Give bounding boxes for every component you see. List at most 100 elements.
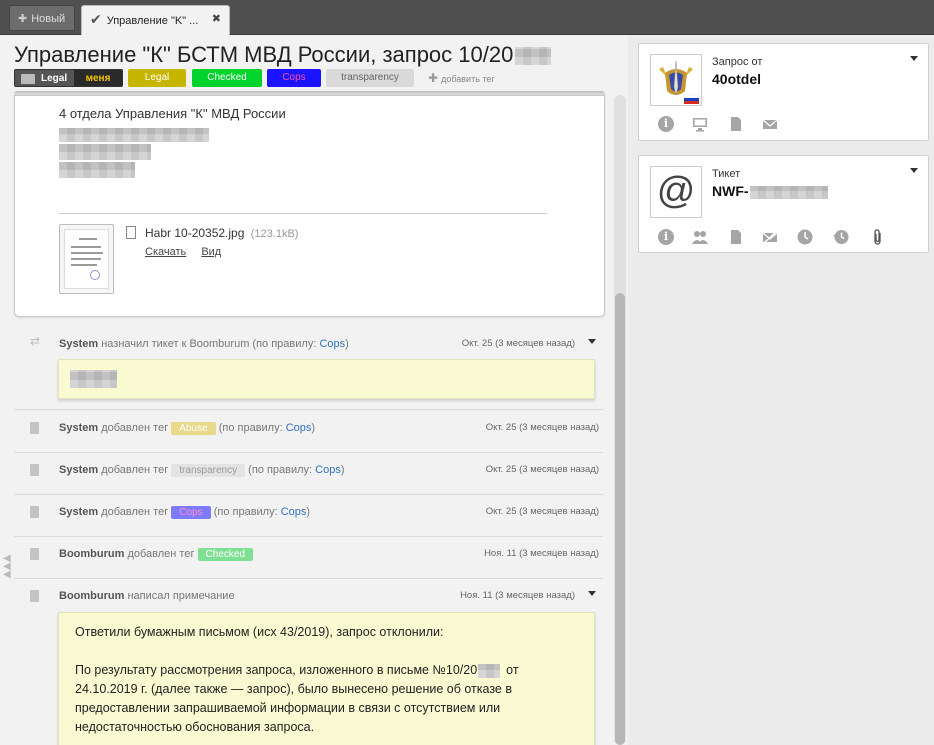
file-icon: [126, 226, 136, 239]
note-line: недостаточностью обоснования запроса.: [75, 720, 315, 734]
feed-row-tag-transparency: System добавлен тег transparency (по пра…: [14, 453, 603, 495]
ticket-panel: Управление "К" БСТМ МВД России, запрос 1…: [0, 35, 628, 745]
tag-legal-label: Legal: [41, 73, 68, 84]
tag-checked[interactable]: Checked: [197, 548, 253, 561]
feed-date: Окт. 25 (3 месяцев назад): [485, 464, 599, 475]
at-sign-icon: @: [656, 170, 696, 212]
tab-ticket[interactable]: ✔ Управление "K" ... ✖: [81, 5, 230, 35]
feed-action: добавлен тег: [101, 506, 169, 518]
message-text: 4 отдела Управления "К" МВД России: [59, 106, 286, 121]
feed-rule-prefix: (по правилу:: [248, 464, 313, 476]
tag-checked[interactable]: Checked: [192, 69, 262, 87]
tab-new[interactable]: ✚ Новый: [9, 5, 75, 31]
avatar: [650, 54, 702, 106]
feed-action: добавлен тег: [101, 464, 169, 476]
ticket-info-panel: @ Тикет NWF- i: [638, 155, 929, 253]
plus-icon: ✚: [18, 13, 28, 25]
info-icon[interactable]: i: [658, 116, 674, 132]
rule-link[interactable]: Cops: [286, 422, 312, 434]
feed-action: добавлен тег: [127, 548, 195, 560]
rule-link[interactable]: Cops: [315, 464, 341, 476]
note-line: предоставлении запрашиваемой информации …: [75, 701, 501, 715]
attachment-filename: Habr 10-20352.jpg: [145, 226, 245, 240]
attachment-thumbnail[interactable]: [59, 224, 114, 294]
download-link[interactable]: Скачать: [145, 246, 186, 258]
redacted-block: [515, 47, 552, 66]
folder-icon: [21, 74, 35, 84]
ticket-id-text: NWF-: [712, 183, 749, 199]
note-paragraph-1: Ответили бумажным письмом (исх 43/2019),…: [75, 625, 444, 639]
checkmark-icon: ✔: [90, 11, 102, 27]
tab-ticket-label: Управление "K" ...: [106, 15, 199, 27]
chevron-down-icon[interactable]: [588, 339, 596, 344]
note-box: Ответили бумажным письмом (исх 43/2019),…: [58, 612, 595, 745]
resize-handle[interactable]: ◀ ◀ ◀: [3, 554, 11, 580]
envelope-icon[interactable]: [762, 116, 778, 132]
view-link[interactable]: Вид: [201, 246, 221, 258]
tag-cops[interactable]: Cops: [267, 69, 321, 87]
document-icon[interactable]: [728, 229, 744, 245]
note-paragraph-2: По результату рассмотрения запроса, изло…: [75, 661, 580, 737]
scrollbar-thumb[interactable]: [615, 293, 625, 745]
email-channel-avatar: @: [650, 166, 702, 218]
add-tag-label: добавить тег: [441, 74, 495, 84]
paperclip-icon[interactable]: [870, 229, 886, 245]
ticket-id[interactable]: NWF-: [712, 183, 828, 199]
close-icon[interactable]: ✖: [212, 6, 221, 32]
feed-row-tag-cops: System добавлен тег Cops (по правилу: Co…: [14, 495, 603, 537]
tag-legal-folder[interactable]: Legal меня: [14, 69, 123, 87]
rule-link[interactable]: Cops: [281, 506, 307, 518]
requester-label: Запрос от: [712, 56, 763, 68]
tag-transparency[interactable]: transparency: [326, 69, 414, 87]
requester-panel: Запрос от 40otdel i: [638, 43, 929, 141]
document-icon: [30, 548, 39, 560]
feed-author: System: [59, 506, 99, 518]
feed-action: написал примечание: [127, 590, 235, 602]
attachment-size: (123.1kB): [250, 228, 299, 240]
tab-bar: ✚ Новый ✔ Управление "K" ... ✖: [0, 0, 934, 35]
redacted-block: [59, 162, 135, 178]
tag-transparency[interactable]: transparency: [171, 464, 246, 477]
clock-icon[interactable]: [797, 229, 813, 245]
chevron-down-icon[interactable]: [910, 56, 918, 61]
feed-author: System: [59, 422, 99, 434]
chevron-down-icon[interactable]: [910, 168, 918, 173]
feed-date: Окт. 25 (3 месяцев назад): [485, 422, 599, 433]
feed-action: назначил тикет к Boomburum (по правилу:: [101, 338, 317, 350]
redacted-block: [59, 128, 209, 142]
ticket-label: Тикет: [712, 168, 741, 180]
document-icon: [30, 506, 39, 518]
history-icon[interactable]: [833, 229, 849, 245]
document-icon[interactable]: [728, 116, 744, 132]
assign-arrows-icon: ⇄: [30, 334, 41, 348]
tag-abuse[interactable]: Abuse: [171, 422, 216, 435]
redacted-block: [70, 370, 117, 388]
feed-date: Ноя. 11 (3 месяцев назад): [484, 548, 599, 559]
monitor-icon[interactable]: [692, 116, 708, 132]
redacted-block: [478, 663, 501, 678]
feed-author: System: [59, 464, 99, 476]
divider: [59, 213, 547, 214]
users-icon[interactable]: [692, 229, 708, 245]
add-tag-button[interactable]: ✚ добавить тег: [428, 69, 495, 88]
chevron-down-icon[interactable]: [588, 591, 596, 596]
info-icon[interactable]: i: [658, 229, 674, 245]
feed-row-note: Boomburum написал примечание Ноя. 11 (3 …: [14, 579, 603, 745]
tab-new-label: Новый: [31, 13, 66, 25]
feed-date: Окт. 25 (3 месяцев назад): [485, 506, 599, 517]
page-title: Управление "К" БСТМ МВД России, запрос 1…: [14, 42, 552, 68]
feed-row-tag-abuse: System добавлен тег Abuse (по правилу: C…: [14, 411, 603, 453]
mail-blocked-icon[interactable]: [762, 229, 778, 245]
message-card: 4 отдела Управления "К" МВД России Habr …: [14, 95, 605, 317]
tag-cops[interactable]: Cops: [171, 506, 211, 519]
tag-legal[interactable]: Legal: [128, 69, 186, 87]
requester-name[interactable]: 40otdel: [712, 71, 761, 87]
attachment-actions: Скачать Вид: [145, 246, 233, 258]
scrollbar[interactable]: [614, 95, 626, 745]
document-icon: [30, 464, 39, 476]
rule-link[interactable]: Cops: [319, 338, 345, 350]
redacted-block: [749, 185, 828, 199]
note-line: от: [506, 663, 519, 677]
feed-row-assign: ⇄ System назначил тикет к Boomburum (по …: [14, 327, 603, 410]
attachment-name: Habr 10-20352.jpg (123.1kB): [145, 226, 298, 240]
